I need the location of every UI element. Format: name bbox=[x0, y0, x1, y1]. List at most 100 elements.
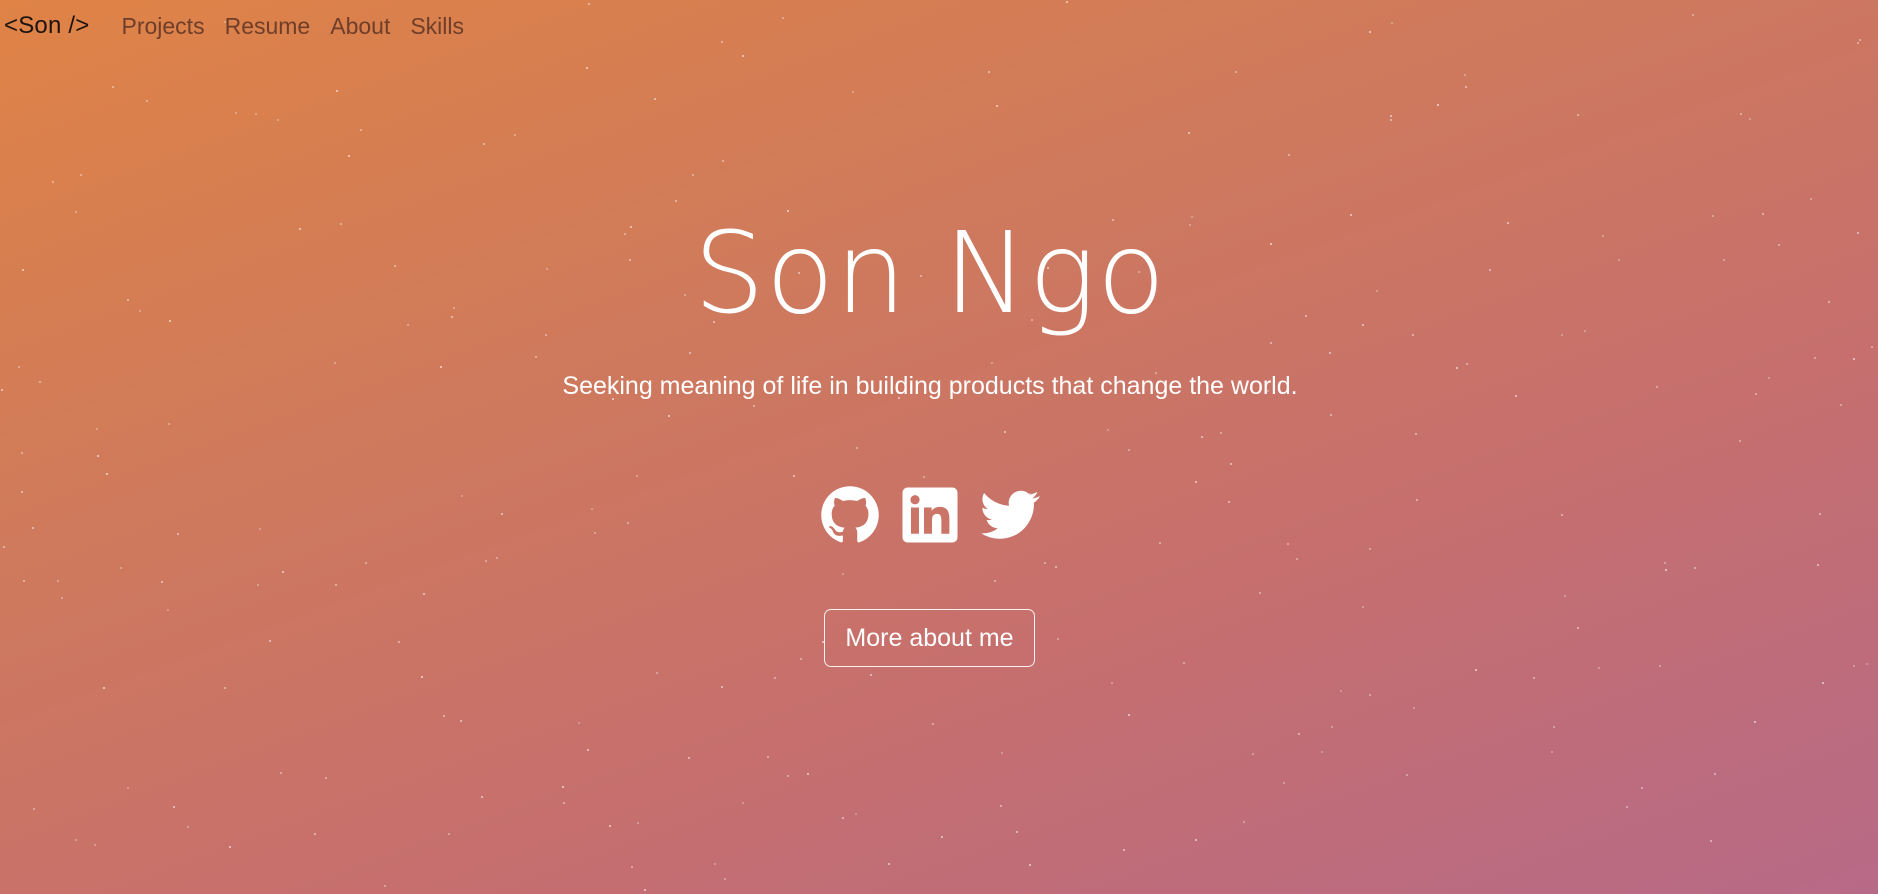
star-dot bbox=[1749, 118, 1751, 120]
star-dot bbox=[1128, 714, 1130, 716]
star-dot bbox=[496, 557, 498, 559]
star-dot bbox=[807, 773, 809, 775]
hero-tagline: Seeking meaning of life in building prod… bbox=[562, 372, 1298, 400]
star-dot bbox=[1641, 787, 1643, 789]
star-dot bbox=[870, 674, 872, 676]
star-dot bbox=[689, 352, 691, 354]
star-dot bbox=[721, 686, 723, 688]
star-dot bbox=[1390, 119, 1392, 121]
star-dot bbox=[996, 105, 998, 107]
star-dot bbox=[578, 722, 580, 724]
star-dot bbox=[1415, 433, 1417, 435]
star-dot bbox=[545, 334, 547, 336]
star-dot bbox=[325, 777, 327, 779]
nav-link-skills[interactable]: Skills bbox=[410, 13, 464, 40]
star-dot bbox=[627, 522, 629, 524]
star-dot bbox=[421, 676, 423, 678]
star-dot bbox=[588, 3, 590, 5]
star-dot bbox=[1866, 663, 1868, 665]
twitter-link[interactable] bbox=[980, 485, 1040, 545]
star-dot bbox=[742, 55, 744, 57]
star-dot bbox=[1712, 215, 1714, 217]
linkedin-link[interactable] bbox=[900, 485, 960, 545]
more-about-me-button[interactable]: More about me bbox=[824, 609, 1035, 667]
nav-link-projects[interactable]: Projects bbox=[121, 13, 204, 40]
star-dot bbox=[1057, 638, 1059, 640]
star-dot bbox=[61, 597, 63, 599]
brand-logo[interactable]: <Son /> bbox=[4, 12, 89, 40]
star-dot bbox=[1853, 358, 1855, 360]
star-dot bbox=[461, 495, 463, 497]
star-dot bbox=[57, 580, 59, 582]
star-dot bbox=[1362, 606, 1364, 608]
star-dot bbox=[255, 113, 257, 115]
star-dot bbox=[96, 428, 98, 430]
star-dot bbox=[793, 475, 795, 477]
star-dot bbox=[1465, 86, 1467, 88]
star-dot bbox=[103, 687, 105, 689]
star-dot bbox=[636, 475, 638, 477]
nav-link-about[interactable]: About bbox=[330, 13, 390, 40]
star-dot bbox=[656, 672, 658, 674]
star-dot bbox=[1369, 548, 1371, 550]
star-dot bbox=[1004, 431, 1006, 433]
star-dot bbox=[501, 513, 503, 515]
star-dot bbox=[1659, 665, 1661, 667]
star-dot bbox=[1819, 513, 1821, 515]
star-dot bbox=[888, 863, 890, 865]
star-dot bbox=[282, 571, 284, 573]
starfield-background bbox=[0, 0, 1878, 894]
star-dot bbox=[224, 687, 226, 689]
star-dot bbox=[724, 878, 726, 880]
star-dot bbox=[1553, 726, 1555, 728]
star-dot bbox=[269, 640, 271, 642]
star-dot bbox=[334, 362, 336, 364]
star-dot bbox=[1475, 669, 1477, 671]
star-dot bbox=[360, 129, 362, 131]
star-dot bbox=[18, 366, 20, 368]
star-dot bbox=[1694, 567, 1696, 569]
star-dot bbox=[1016, 831, 1018, 833]
star-dot bbox=[1330, 414, 1332, 416]
star-dot bbox=[1201, 436, 1203, 438]
star-dot bbox=[365, 562, 367, 564]
star-dot bbox=[1871, 346, 1873, 348]
star-dot bbox=[1598, 667, 1600, 669]
star-dot bbox=[1391, 22, 1393, 24]
star-dot bbox=[609, 825, 611, 827]
star-dot bbox=[1740, 113, 1742, 115]
star-dot bbox=[348, 155, 350, 157]
star-dot bbox=[21, 491, 23, 493]
star-dot bbox=[1754, 721, 1756, 723]
star-dot bbox=[1055, 566, 1057, 568]
social-links bbox=[820, 485, 1040, 545]
star-dot bbox=[675, 200, 677, 202]
star-dot bbox=[112, 86, 114, 88]
star-dot bbox=[654, 98, 656, 100]
star-dot bbox=[563, 802, 565, 804]
star-dot bbox=[1437, 104, 1439, 106]
github-link[interactable] bbox=[820, 485, 880, 545]
twitter-icon bbox=[980, 485, 1040, 545]
star-dot bbox=[75, 211, 77, 213]
star-dot bbox=[398, 641, 400, 643]
star-dot bbox=[80, 174, 82, 176]
star-dot bbox=[1329, 352, 1331, 354]
star-dot bbox=[485, 560, 487, 562]
star-dot bbox=[1665, 569, 1667, 571]
star-dot bbox=[1228, 501, 1230, 503]
star-dot bbox=[1762, 213, 1764, 215]
star-dot bbox=[94, 844, 96, 846]
nav-link-resume[interactable]: Resume bbox=[225, 13, 311, 40]
star-dot bbox=[1533, 677, 1535, 679]
star-dot bbox=[1710, 840, 1712, 842]
star-dot bbox=[1714, 773, 1716, 775]
star-dot bbox=[782, 17, 784, 19]
star-dot bbox=[1195, 481, 1197, 483]
star-dot bbox=[1220, 432, 1222, 434]
star-dot bbox=[855, 813, 857, 815]
star-dot bbox=[1252, 753, 1254, 755]
star-dot bbox=[259, 528, 261, 530]
star-dot bbox=[991, 362, 993, 364]
star-dot bbox=[23, 580, 25, 582]
